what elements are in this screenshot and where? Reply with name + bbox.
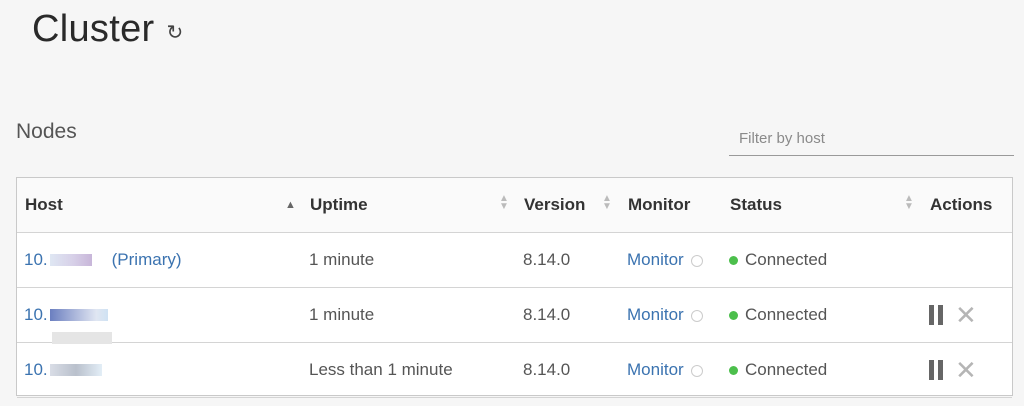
column-header-actions: Actions: [930, 195, 993, 214]
status-dot-icon: [729, 365, 738, 375]
refresh-icon[interactable]: ↻: [166, 20, 183, 45]
external-link-icon[interactable]: [690, 255, 703, 267]
status-text: Connected: [745, 305, 828, 324]
host-link[interactable]: 10.: [24, 360, 48, 380]
close-icon[interactable]: ✕: [955, 302, 977, 328]
host-cell: 10. (Primary): [24, 233, 182, 287]
monitor-link[interactable]: Monitor: [627, 360, 684, 380]
nodes-table: Host ▲ Uptime ▲ ▼ Version ▲ ▼ Monitor Stat…: [16, 177, 1013, 398]
close-icon[interactable]: ✕: [955, 357, 977, 383]
title-row: Cluster ↻: [32, 8, 183, 51]
sort-icon[interactable]: ▲ ▼: [904, 194, 914, 212]
cluster-page: Cluster ↻ Nodes Host ▲ Uptime ▲▼ Version…: [0, 0, 1024, 406]
status-text: Connected: [745, 250, 828, 269]
version-cell: 8.14.0: [523, 250, 571, 269]
filter-by-host-input[interactable]: [729, 126, 1014, 156]
host-link[interactable]: 10.: [24, 305, 48, 325]
monitor-link[interactable]: Monitor: [627, 305, 684, 325]
table-row: 10. (Primary) 1 minute 8.14.0 Monitor Co…: [17, 233, 1012, 288]
status-text: Connected: [745, 360, 828, 379]
pause-icon[interactable]: [929, 305, 943, 325]
uptime-cell: 1 minute: [309, 250, 375, 269]
pause-icon[interactable]: [929, 360, 943, 380]
column-header-host[interactable]: Host: [25, 178, 63, 232]
column-header-monitor: Monitor: [628, 195, 691, 214]
sort-icon[interactable]: ▲ ▼: [602, 194, 612, 212]
uptime-cell: Less than 1 minute: [309, 360, 453, 379]
host-link[interactable]: 10.: [24, 250, 48, 270]
page-title: Cluster: [32, 8, 155, 50]
version-cell: 8.14.0: [523, 305, 571, 324]
column-header-status[interactable]: Status: [730, 178, 782, 232]
monitor-cell: Monitor: [627, 343, 703, 397]
redacted-host-image: [49, 254, 92, 266]
table-row: 10. Less than 1 minute 8.14.0 Monitor Co…: [17, 343, 1012, 398]
column-header-version[interactable]: Version: [524, 178, 585, 232]
host-cell: 10.: [24, 343, 102, 397]
status-cell: Connected: [729, 233, 827, 287]
sort-ascending-icon[interactable]: ▲: [285, 199, 296, 211]
section-title-nodes: Nodes: [16, 120, 77, 143]
monitor-link[interactable]: Monitor: [627, 250, 684, 270]
monitor-cell: Monitor: [627, 233, 703, 287]
monitor-cell: Monitor: [627, 288, 703, 342]
status-cell: Connected: [729, 343, 827, 397]
sort-icon[interactable]: ▲ ▼: [499, 194, 509, 212]
table-row: 10. 1 minute 8.14.0 Monitor Connected ✕: [17, 288, 1012, 343]
external-link-icon[interactable]: [690, 365, 703, 377]
redacted-host-image: [49, 309, 108, 321]
version-cell: 8.14.0: [523, 360, 571, 379]
redaction-overlay: [52, 332, 112, 344]
actions-cell: ✕: [929, 343, 977, 397]
redacted-host-image: [49, 364, 102, 376]
status-cell: Connected: [729, 288, 827, 342]
primary-label[interactable]: (Primary): [112, 250, 182, 270]
actions-cell: ✕: [929, 288, 977, 342]
status-dot-icon: [729, 255, 738, 265]
column-header-uptime[interactable]: Uptime: [310, 178, 368, 232]
uptime-cell: 1 minute: [309, 305, 375, 324]
filter-wrap: [729, 126, 1014, 156]
external-link-icon[interactable]: [690, 310, 703, 322]
table-header: Host ▲ Uptime ▲ ▼ Version ▲ ▼ Monitor Stat…: [17, 178, 1012, 233]
status-dot-icon: [729, 310, 738, 320]
